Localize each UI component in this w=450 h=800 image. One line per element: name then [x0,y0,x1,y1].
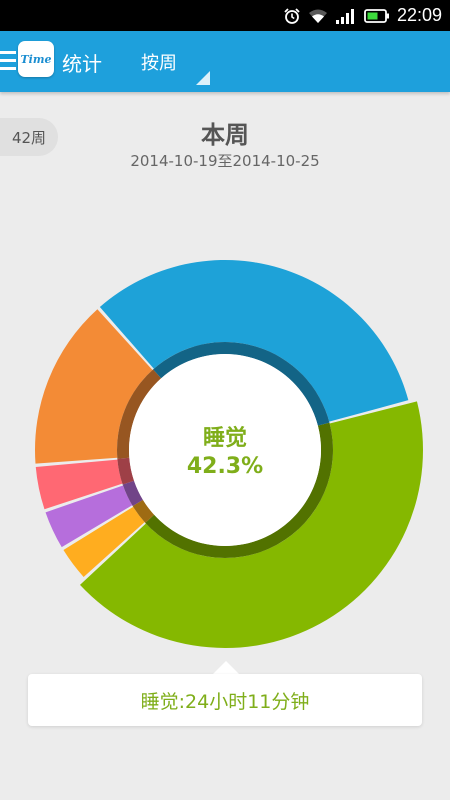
slice-tooltip: 睡觉:24小时11分钟 [28,674,422,726]
signal-icon [335,8,354,24]
period-label: 按周 [141,53,177,74]
status-time: 22:09 [396,5,442,25]
app-logo[interactable]: Time [18,41,54,77]
wifi-icon [308,9,327,23]
week-title: 本周 [201,121,249,149]
center-category-label: 睡觉 [202,426,247,451]
page-title: 统计 [62,52,102,76]
menu-icon[interactable] [0,51,16,71]
tooltip-arrow [212,661,240,675]
alarm-icon [284,7,300,24]
status-bar: 22:09 [0,0,450,31]
logo-text: Time [20,52,52,66]
period-select[interactable]: 按周 [130,45,210,85]
dropdown-corner-icon [196,71,210,85]
battery-icon [364,8,389,23]
app-bar: Time 统计 按周 [0,31,450,92]
center-percent-label: 42.3% [186,454,264,479]
week-date-range: 2014-10-19至2014-10-25 [130,152,320,170]
